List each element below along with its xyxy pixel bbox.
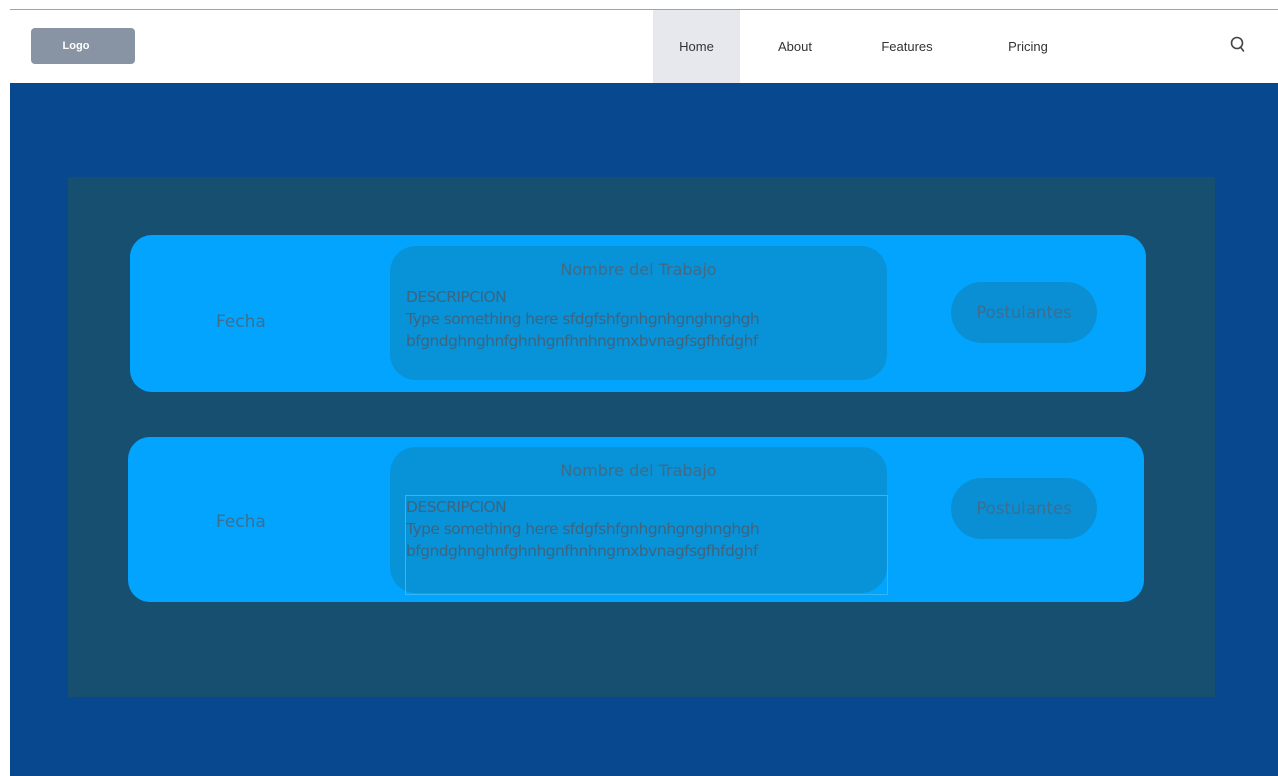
job-title: Nombre del Trabajo <box>560 260 717 279</box>
postulantes-button[interactable]: Postulantes <box>951 282 1097 343</box>
logo[interactable]: Logo <box>31 28 135 64</box>
description-line: Type something here sfdgfshfgnhgnhgnghng… <box>406 310 760 328</box>
description-line: bfgndghnghnfghnhgnfhnhngmxbvnagfsgfhfdgh… <box>406 332 758 350</box>
hero-section: Fecha Nombre del Trabajo DESCRIPCION Typ… <box>10 83 1278 776</box>
job-date: Fecha <box>216 312 266 332</box>
job-info-box: Nombre del Trabajo DESCRIPCION Type some… <box>390 246 887 380</box>
job-info-box: Nombre del Trabajo DESCRIPCION Type some… <box>390 447 888 595</box>
postulantes-button[interactable]: Postulantes <box>951 478 1097 539</box>
job-date: Fecha <box>216 512 266 532</box>
job-description: DESCRIPCION Type something here sfdgfshf… <box>406 286 760 352</box>
job-description[interactable]: DESCRIPCION Type something here sfdgfshf… <box>405 495 888 595</box>
description-line: bfgndghnghnfghnhgnfhnhngmxbvnagfsgfhfdgh… <box>406 542 758 560</box>
nav-home[interactable]: Home <box>653 10 740 83</box>
description-heading: DESCRIPCION <box>406 498 507 516</box>
navbar: Logo Home About Features Pricing <box>10 10 1278 83</box>
job-title: Nombre del Trabajo <box>560 461 717 480</box>
description-heading: DESCRIPCION <box>406 288 507 306</box>
jobs-panel: Fecha Nombre del Trabajo DESCRIPCION Typ… <box>68 177 1215 697</box>
job-card[interactable]: Fecha Nombre del Trabajo DESCRIPCION Typ… <box>128 437 1144 602</box>
nav-about[interactable]: About <box>755 10 835 83</box>
job-card[interactable]: Fecha Nombre del Trabajo DESCRIPCION Typ… <box>130 235 1146 392</box>
nav-features[interactable]: Features <box>862 10 952 83</box>
search-icon[interactable] <box>1228 34 1248 56</box>
nav-pricing[interactable]: Pricing <box>986 10 1070 83</box>
description-line: Type something here sfdgfshfgnhgnhgnghng… <box>406 520 760 538</box>
